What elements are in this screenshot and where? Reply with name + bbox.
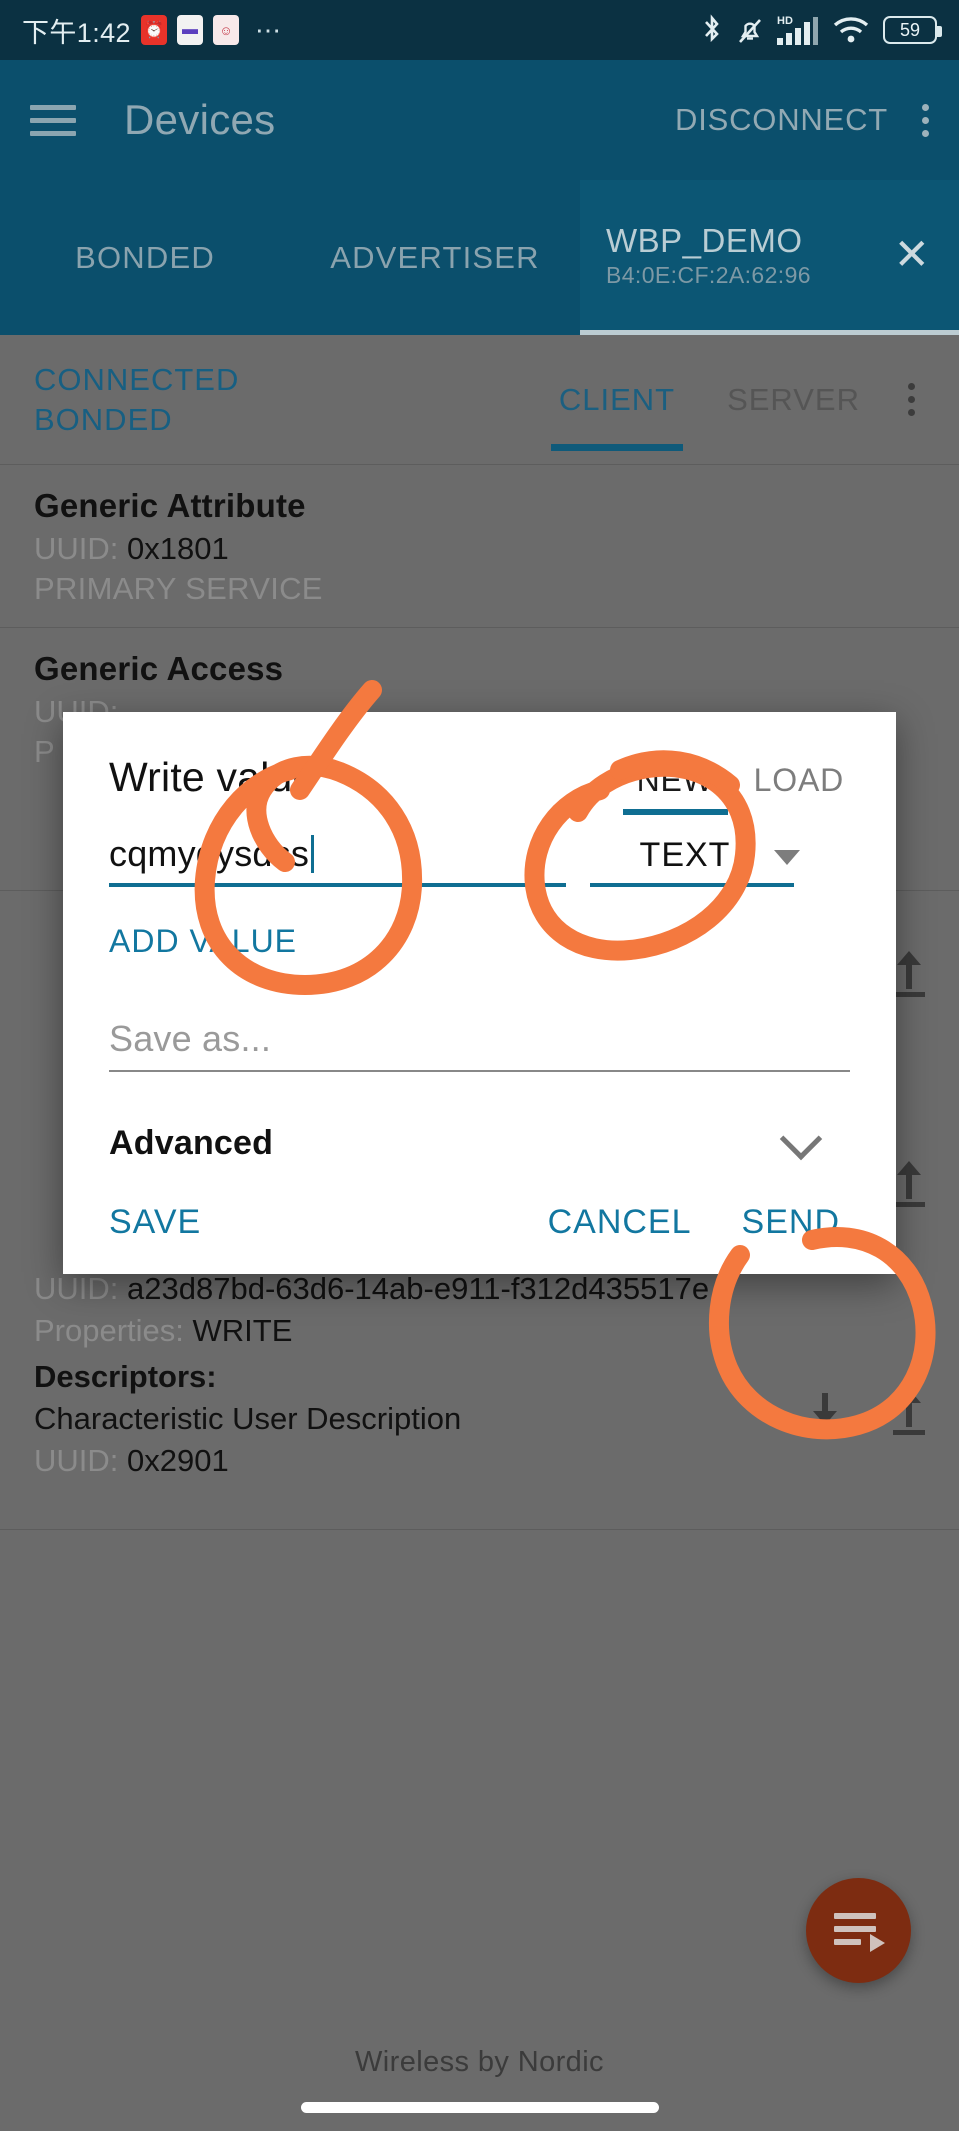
value-underline [109,883,566,887]
dialog-segment-control: NEW LOAD [622,762,850,815]
value-type-underline [590,883,794,887]
service-name: Generic Attribute [34,487,306,524]
characteristic-properties-value: WRITE [192,1313,293,1348]
dialog-header: Write value NEW LOAD [63,712,896,815]
tab-device-wbp-demo[interactable]: WBP_DEMO B4:0E:CF:2A:62:96 ✕ [580,180,959,335]
send-button[interactable]: SEND [742,1203,840,1242]
wifi-icon [832,15,870,45]
value-row: cqmygysdss TEXT [63,815,896,887]
save-as-field[interactable]: Save as... [63,960,896,1072]
kebab-icon[interactable] [922,103,929,137]
save-button[interactable]: SAVE [109,1203,201,1242]
navigation-pill[interactable] [300,2102,659,2113]
descriptor-uuid-row: UUID: 0x2901 [34,1443,925,1479]
descriptor-io-icons [805,1389,929,1435]
service-generic-attribute[interactable]: Generic Attribute UUID: 0x1801 PRIMARY S… [0,465,959,628]
service-uuid-row: UUID: 0x1801 [34,531,925,567]
value-type-field[interactable]: TEXT [590,836,850,887]
service-uuid-value: 0x1801 [127,531,229,566]
battery-icon: 59 [883,16,942,44]
silent-bell-icon [736,14,764,46]
status-bar: 下午1:42 ⏰ ▬ ☺ ⋯ HD 59 [0,0,959,60]
service-type: PRIMARY SERVICE [34,571,323,606]
phone-screen: 下午1:42 ⏰ ▬ ☺ ⋯ HD 59 Devices DISCONNECT … [0,0,959,2131]
upload-arrow-icon-3[interactable] [889,1389,929,1435]
battery-percent: 59 [899,19,921,40]
cancel-button[interactable]: CANCEL [548,1203,692,1242]
svg-text:HD: HD [777,15,793,27]
write-value-dialog: Write value NEW LOAD cqmygysdss TEXT ADD… [63,712,896,1274]
value-type-row[interactable]: TEXT [590,836,850,883]
value-text[interactable]: cqmygysdss [109,833,566,883]
connection-state: CONNECTED BONDED [34,360,239,439]
service-uuid-label: UUID: [34,531,119,566]
close-icon[interactable]: ✕ [894,233,931,277]
download-arrow-icon[interactable] [805,1389,845,1435]
hd-signal-icon: HD [777,13,819,47]
characteristic-uuid-row: UUID: a23d87bd-63d6-14ab-e911-f312d43551… [34,1271,925,1307]
list-divider [0,1529,959,1530]
caret-down-icon[interactable] [774,850,801,865]
playlist-play-icon [833,1911,885,1952]
connection-state-label: CONNECTED [34,361,240,397]
value-field[interactable]: cqmygysdss [109,833,566,887]
status-bar-left: 下午1:42 ⏰ ▬ ☺ ⋯ [22,11,283,50]
app-icon: ☺ [212,15,239,45]
connection-status-row: CONNECTED BONDED CLIENT SERVER [0,335,959,465]
characteristic-uuid-value: a23d87bd-63d6-14ab-e911-f312d435517e [127,1271,710,1306]
chevron-down-icon[interactable] [779,1117,823,1160]
alarm-icon: ⏰ [140,15,167,45]
descriptor-uuid-value: 0x2901 [127,1443,229,1478]
characteristic-properties-row: Properties: WRITE [34,1313,925,1349]
page-title: Devices [124,96,276,143]
status-bar-clock: 下午1:42 [22,17,131,48]
characteristic-details: UUID: a23d87bd-63d6-14ab-e911-f312d43551… [0,1271,959,1493]
dialog-title: Write value [109,754,316,800]
value-input[interactable]: cqmygysdss [109,833,309,874]
text-caret [311,835,315,873]
advanced-label: Advanced [109,1124,274,1162]
status-bar-right: HD 59 [701,13,942,47]
descriptors-label: Descriptors: [34,1359,217,1394]
playlist-play-fab[interactable] [806,1878,911,1983]
device-tab-name: WBP_DEMO [606,221,803,259]
tab-client[interactable]: CLIENT [533,335,701,465]
tab-bonded[interactable]: BONDED [0,180,290,335]
device-tab-address: B4:0E:CF:2A:62:96 [606,261,811,288]
client-server-tabs: CLIENT SERVER [533,335,925,465]
more-dots-icon: ⋯ [254,14,283,45]
advanced-section-toggle[interactable]: Advanced [63,1072,896,1163]
hamburger-icon[interactable] [30,104,76,136]
characteristic-uuid-label: UUID: [34,1271,119,1306]
disconnect-button[interactable]: DISCONNECT [675,102,888,138]
dialog-actions: SAVE CANCEL SEND [63,1163,896,1252]
bluetooth-icon [701,14,723,46]
descriptor-uuid-label: UUID: [34,1443,119,1478]
descriptor-name: Characteristic User Description [34,1401,462,1436]
add-value-button[interactable]: ADD VALUE [63,887,896,960]
segment-load[interactable]: LOAD [754,762,844,815]
tab-server[interactable]: SERVER [701,335,886,465]
characteristic-properties-label: Properties: [34,1313,184,1348]
content-kebab-icon[interactable] [908,383,915,416]
segment-new[interactable]: NEW [622,762,728,815]
device-tab-bar: BONDED ADVERTISER WBP_DEMO B4:0E:CF:2A:6… [0,180,959,335]
bond-state-label: BONDED [34,401,173,437]
tab-advertiser[interactable]: ADVERTISER [290,180,580,335]
app-bar: Devices DISCONNECT [0,60,959,180]
value-type-label: TEXT [639,836,731,874]
minus-icon: ▬ [176,15,203,45]
footer-text: Wireless by Nordic [355,2046,604,2078]
service-name-2: Generic Access [34,650,284,687]
save-as-placeholder: Save as... [109,1018,272,1059]
